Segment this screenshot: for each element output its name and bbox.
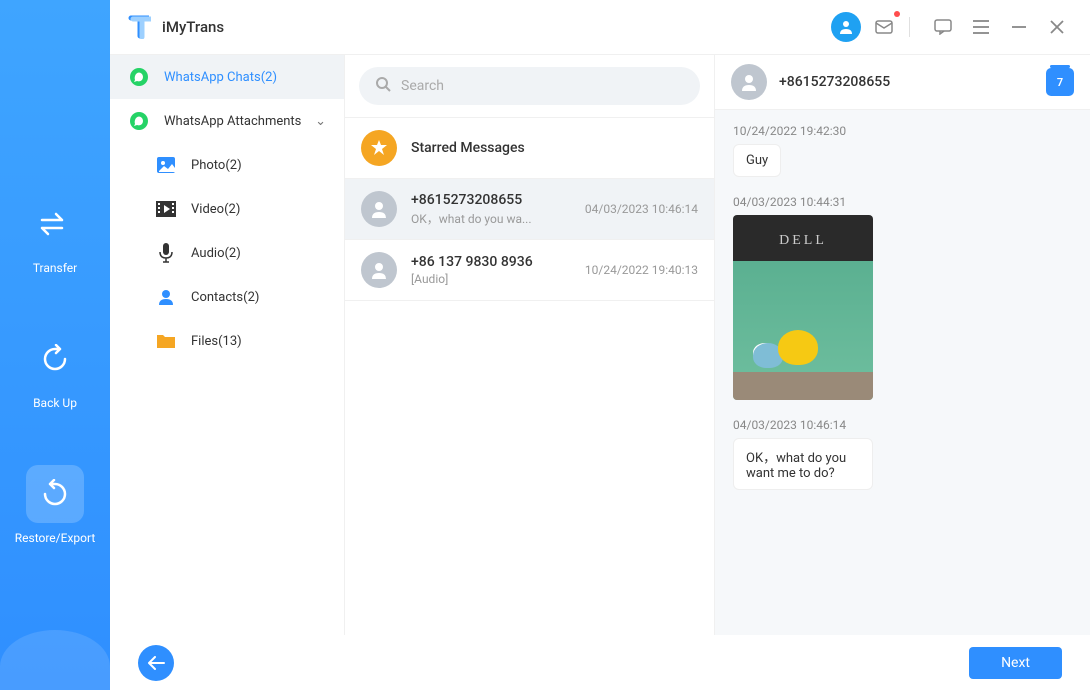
chat-title: Starred Messages [411, 140, 698, 156]
rail-label: Back Up [33, 396, 77, 410]
sidebar-item-label: WhatsApp Chats(2) [164, 70, 277, 85]
header-divider [909, 17, 910, 37]
sidebar-item-files[interactable]: Files(13) [110, 319, 344, 363]
sidebar: WhatsApp Chats(2) WhatsApp Attachments ⌄… [110, 55, 345, 635]
transfer-icon [26, 195, 84, 253]
message-time: 10/24/2022 19:42:30 [733, 124, 1072, 138]
chat-row[interactable]: +86 137 9830 8936 [Audio] 10/24/2022 19:… [345, 240, 714, 301]
logo-icon [128, 15, 152, 39]
calendar-day-number: 7 [1057, 76, 1063, 89]
conversation-body[interactable]: 10/24/2022 19:42:30 Guy 04/03/2023 10:44… [715, 110, 1090, 635]
footer: Next [110, 635, 1090, 690]
content: WhatsApp Chats(2) WhatsApp Attachments ⌄… [110, 55, 1090, 635]
chat-time: 04/03/2023 10:46:14 [585, 202, 698, 216]
message-bubble: OK，what do you want me to do? [733, 438, 873, 490]
sidebar-item-label: Contacts(2) [191, 290, 259, 305]
chat-time: 10/24/2022 19:40:13 [585, 263, 698, 277]
whatsapp-icon [128, 110, 150, 132]
avatar [731, 64, 767, 100]
message-time: 04/03/2023 10:46:14 [733, 418, 1072, 432]
chat-row-starred[interactable]: Starred Messages [345, 118, 714, 179]
main-area: iMyTrans WhatsApp Ch [110, 0, 1090, 690]
chat-row[interactable]: +8615273208655 OK，what do you wa... 04/0… [345, 179, 714, 240]
chat-title: +86 137 9830 8936 [411, 254, 571, 270]
sidebar-item-label: Audio(2) [191, 246, 241, 261]
sidebar-item-label: Video(2) [191, 202, 240, 217]
message-time: 04/03/2023 10:44:31 [733, 195, 1072, 209]
left-rail: Transfer Back Up Restore/Export [0, 0, 110, 690]
close-icon[interactable] [1042, 12, 1072, 42]
search-input[interactable] [401, 78, 684, 94]
whatsapp-icon [128, 66, 150, 88]
sidebar-item-attachments[interactable]: WhatsApp Attachments ⌄ [110, 99, 344, 143]
feedback-icon[interactable] [928, 12, 958, 42]
account-icon[interactable] [831, 12, 861, 42]
video-icon [155, 198, 177, 220]
message-bubble: Guy [733, 144, 781, 177]
chat-title: +8615273208655 [411, 192, 571, 208]
photo-icon [155, 154, 177, 176]
sidebar-item-photo[interactable]: Photo(2) [110, 143, 344, 187]
image-text: DELL [733, 233, 873, 249]
conversation-header: +8615273208655 7 [715, 55, 1090, 110]
chat-preview: OK，what do you wa... [411, 210, 571, 227]
rail-item-transfer[interactable]: Transfer [15, 195, 95, 275]
rail-label: Restore/Export [15, 531, 96, 545]
rail-label: Transfer [33, 261, 77, 275]
message-image[interactable]: DELL [733, 215, 873, 400]
app-title: iMyTrans [162, 18, 224, 36]
chat-list: Starred Messages +8615273208655 OK，what … [345, 55, 715, 635]
sidebar-item-chats[interactable]: WhatsApp Chats(2) [110, 55, 344, 99]
folder-icon [155, 330, 177, 352]
next-button[interactable]: Next [969, 647, 1062, 679]
backup-icon [26, 330, 84, 388]
chat-preview: [Audio] [411, 272, 571, 286]
star-icon [361, 130, 397, 166]
search-icon [375, 76, 391, 96]
avatar [361, 252, 397, 288]
back-button[interactable] [138, 645, 174, 681]
sidebar-item-audio[interactable]: Audio(2) [110, 231, 344, 275]
mail-icon[interactable] [869, 12, 899, 42]
conversation-title: +8615273208655 [779, 74, 1034, 90]
calendar-icon[interactable]: 7 [1046, 68, 1074, 96]
menu-icon[interactable] [966, 12, 996, 42]
header: iMyTrans [110, 0, 1090, 55]
sidebar-item-label: WhatsApp Attachments [164, 114, 301, 129]
avatar [361, 191, 397, 227]
chevron-down-icon: ⌄ [315, 114, 326, 129]
sidebar-item-label: Files(13) [191, 334, 242, 349]
minimize-icon[interactable] [1004, 12, 1034, 42]
decoration-cloud [0, 630, 110, 690]
sidebar-item-contacts[interactable]: Contacts(2) [110, 275, 344, 319]
sidebar-item-video[interactable]: Video(2) [110, 187, 344, 231]
logo: iMyTrans [128, 15, 224, 39]
search-box[interactable] [359, 67, 700, 105]
rail-item-restore[interactable]: Restore/Export [15, 465, 95, 545]
sidebar-item-label: Photo(2) [191, 158, 242, 173]
conversation: +8615273208655 7 10/24/2022 19:42:30 Guy… [715, 55, 1090, 635]
restore-icon [26, 465, 84, 523]
audio-icon [155, 242, 177, 264]
contacts-icon [155, 286, 177, 308]
rail-item-backup[interactable]: Back Up [15, 330, 95, 410]
